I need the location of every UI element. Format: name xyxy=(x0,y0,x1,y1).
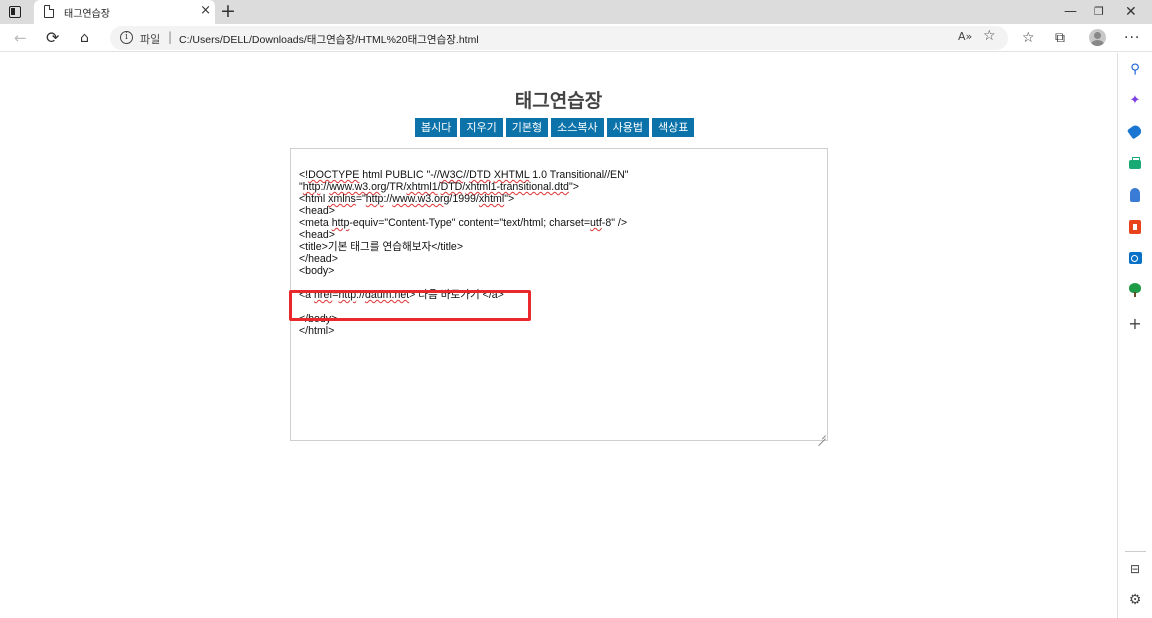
page-title: 태그연습장 xyxy=(514,90,603,112)
add-favorite-icon[interactable]: ☆ xyxy=(983,28,996,44)
edge-sidebar: ⚲ ✦ + ⊟ ⚙ xyxy=(1117,53,1152,618)
browser-tab[interactable]: 태그연습장 × xyxy=(34,0,215,24)
page-icon xyxy=(44,5,54,18)
code-fragment: <meta xyxy=(299,217,332,229)
sidebar-search-icon[interactable]: ⚲ xyxy=(1127,62,1143,78)
tab-strip: 태그연습장 × + — ❐ ✕ xyxy=(0,0,1152,24)
code-fragment: -equiv="Content-Type" content="text/html… xyxy=(349,217,591,229)
code-line: <head> xyxy=(299,229,629,241)
sidebar-tree-icon[interactable] xyxy=(1127,282,1143,298)
address-bar[interactable]: i 파일 | C:/Users/DELL/Downloads/태그연습장/HTM… xyxy=(110,26,1008,50)
code-fragment: <html xyxy=(299,193,329,205)
site-info-icon[interactable]: i xyxy=(120,31,133,44)
code-fragment: :// xyxy=(383,193,393,205)
spellcheck-word: W3C xyxy=(439,169,464,181)
usage-button[interactable]: 사용법 xyxy=(606,118,649,137)
read-aloud-icon[interactable]: A» xyxy=(958,30,972,43)
restore-button[interactable]: ❐ xyxy=(1094,2,1104,22)
spellcheck-word: DTD xyxy=(469,169,491,181)
back-button[interactable]: ← xyxy=(14,27,27,49)
address-separator: | xyxy=(168,30,173,44)
code-line: <html xmlns="http://www.w3.org/1999/xhtm… xyxy=(299,193,629,205)
address-scheme-label: 파일 xyxy=(140,33,161,46)
spellcheck-word: utf xyxy=(590,217,602,229)
spellcheck-word: http xyxy=(331,217,350,229)
spellcheck-word: DTD xyxy=(440,181,463,193)
copy-source-button[interactable]: 소스복사 xyxy=(551,118,604,137)
code-fragment: html PUBLIC "-// xyxy=(359,169,440,181)
code-fragment: =" xyxy=(355,193,366,205)
sidebar-layout-icon[interactable]: ⊟ xyxy=(1127,561,1143,577)
spellcheck-word: www.w3.org xyxy=(392,193,450,205)
sidebar-games-icon[interactable] xyxy=(1127,187,1143,203)
sidebar-tools-icon[interactable] xyxy=(1127,156,1143,172)
spellcheck-word: xhtml1-transitional.dtd xyxy=(465,181,569,193)
code-line: </head> xyxy=(299,253,629,265)
new-tab-button[interactable]: + xyxy=(220,0,236,22)
code-line: <head> xyxy=(299,205,629,217)
sidebar-outlook-icon[interactable] xyxy=(1127,250,1143,266)
code-line: <!DOCTYPE html PUBLIC "-//W3C//DTD XHTML… xyxy=(299,169,629,181)
code-line: <title>기본 태그를 연습해보자</title> xyxy=(299,241,629,253)
spellcheck-word: xhtml1 xyxy=(406,181,438,193)
code-fragment: /TR/ xyxy=(386,181,407,193)
tab-actions-icon[interactable] xyxy=(9,6,21,18)
spellcheck-word: http xyxy=(302,181,321,193)
spellcheck-word: xhtml xyxy=(478,193,505,205)
code-fragment: <body> xyxy=(299,265,335,277)
code-line: "http://www.w3.org/TR/xhtml1/DTD/xhtml1-… xyxy=(299,181,629,193)
collections-icon[interactable]: ⧉ xyxy=(1055,29,1065,47)
reload-button[interactable]: ⟳ xyxy=(46,27,59,49)
close-window-button[interactable]: ✕ xyxy=(1125,2,1137,22)
button-row: 봅시다 지우기 기본형 소스복사 사용법 색상표 xyxy=(415,118,695,137)
sidebar-settings-icon[interactable]: ⚙ xyxy=(1127,592,1143,608)
minimize-button[interactable]: — xyxy=(1064,2,1077,22)
tab-title: 태그연습장 xyxy=(64,9,110,20)
favorites-icon[interactable]: ☆ xyxy=(1022,29,1035,47)
browser-toolbar: ← ⟳ ⌂ i 파일 | C:/Users/DELL/Downloads/태그연… xyxy=(0,24,1152,52)
code-fragment: "> xyxy=(504,193,515,205)
code-fragment: -8" /> xyxy=(601,217,628,229)
code-fragment: /1999/ xyxy=(449,193,479,205)
code-fragment: <! xyxy=(299,169,309,181)
spellcheck-word: DOCTYPE xyxy=(308,169,360,181)
code-fragment: :// xyxy=(320,181,330,193)
code-fragment: <head> xyxy=(299,229,335,241)
profile-avatar[interactable] xyxy=(1089,29,1106,46)
code-line: ​ xyxy=(299,277,629,289)
sidebar-copilot-icon[interactable]: ✦ xyxy=(1127,93,1143,109)
sidebar-divider xyxy=(1125,551,1146,552)
annotation-highlight-box xyxy=(289,290,531,321)
code-line: <meta http-equiv="Content-Type" content=… xyxy=(299,217,629,229)
code-fragment: "> xyxy=(568,181,579,193)
code-line: </html> xyxy=(299,325,629,337)
code-fragment: 1.0 Transitional//EN" xyxy=(529,169,629,181)
spellcheck-word: www.w3.org xyxy=(329,181,387,193)
spellcheck-word: XHTML xyxy=(493,169,530,181)
tab-close-button[interactable]: × xyxy=(200,3,211,19)
template-button[interactable]: 기본형 xyxy=(505,118,549,137)
resize-grip-icon[interactable] xyxy=(818,431,826,439)
code-line: <body> xyxy=(299,265,629,277)
address-url[interactable]: C:/Users/DELL/Downloads/태그연습장/HTML%20태그연… xyxy=(179,32,479,47)
sidebar-shopping-icon[interactable] xyxy=(1126,123,1144,140)
run-button[interactable]: 봅시다 xyxy=(415,118,458,137)
code-fragment: <title>기본 태그를 연습해보자</title> xyxy=(299,241,464,253)
code-fragment: </html> xyxy=(299,325,335,337)
home-button[interactable]: ⌂ xyxy=(80,27,89,49)
clear-button[interactable]: 지우기 xyxy=(460,118,503,137)
sidebar-add-icon[interactable]: + xyxy=(1127,316,1143,332)
sidebar-office-icon[interactable] xyxy=(1127,219,1143,235)
more-menu-icon[interactable]: ··· xyxy=(1124,29,1140,47)
code-fragment: </head> xyxy=(299,253,338,265)
spellcheck-word: xmlns xyxy=(328,193,356,205)
spellcheck-word: http xyxy=(365,193,384,205)
code-fragment: <head> xyxy=(299,205,335,217)
color-chart-button[interactable]: 색상표 xyxy=(651,118,695,137)
